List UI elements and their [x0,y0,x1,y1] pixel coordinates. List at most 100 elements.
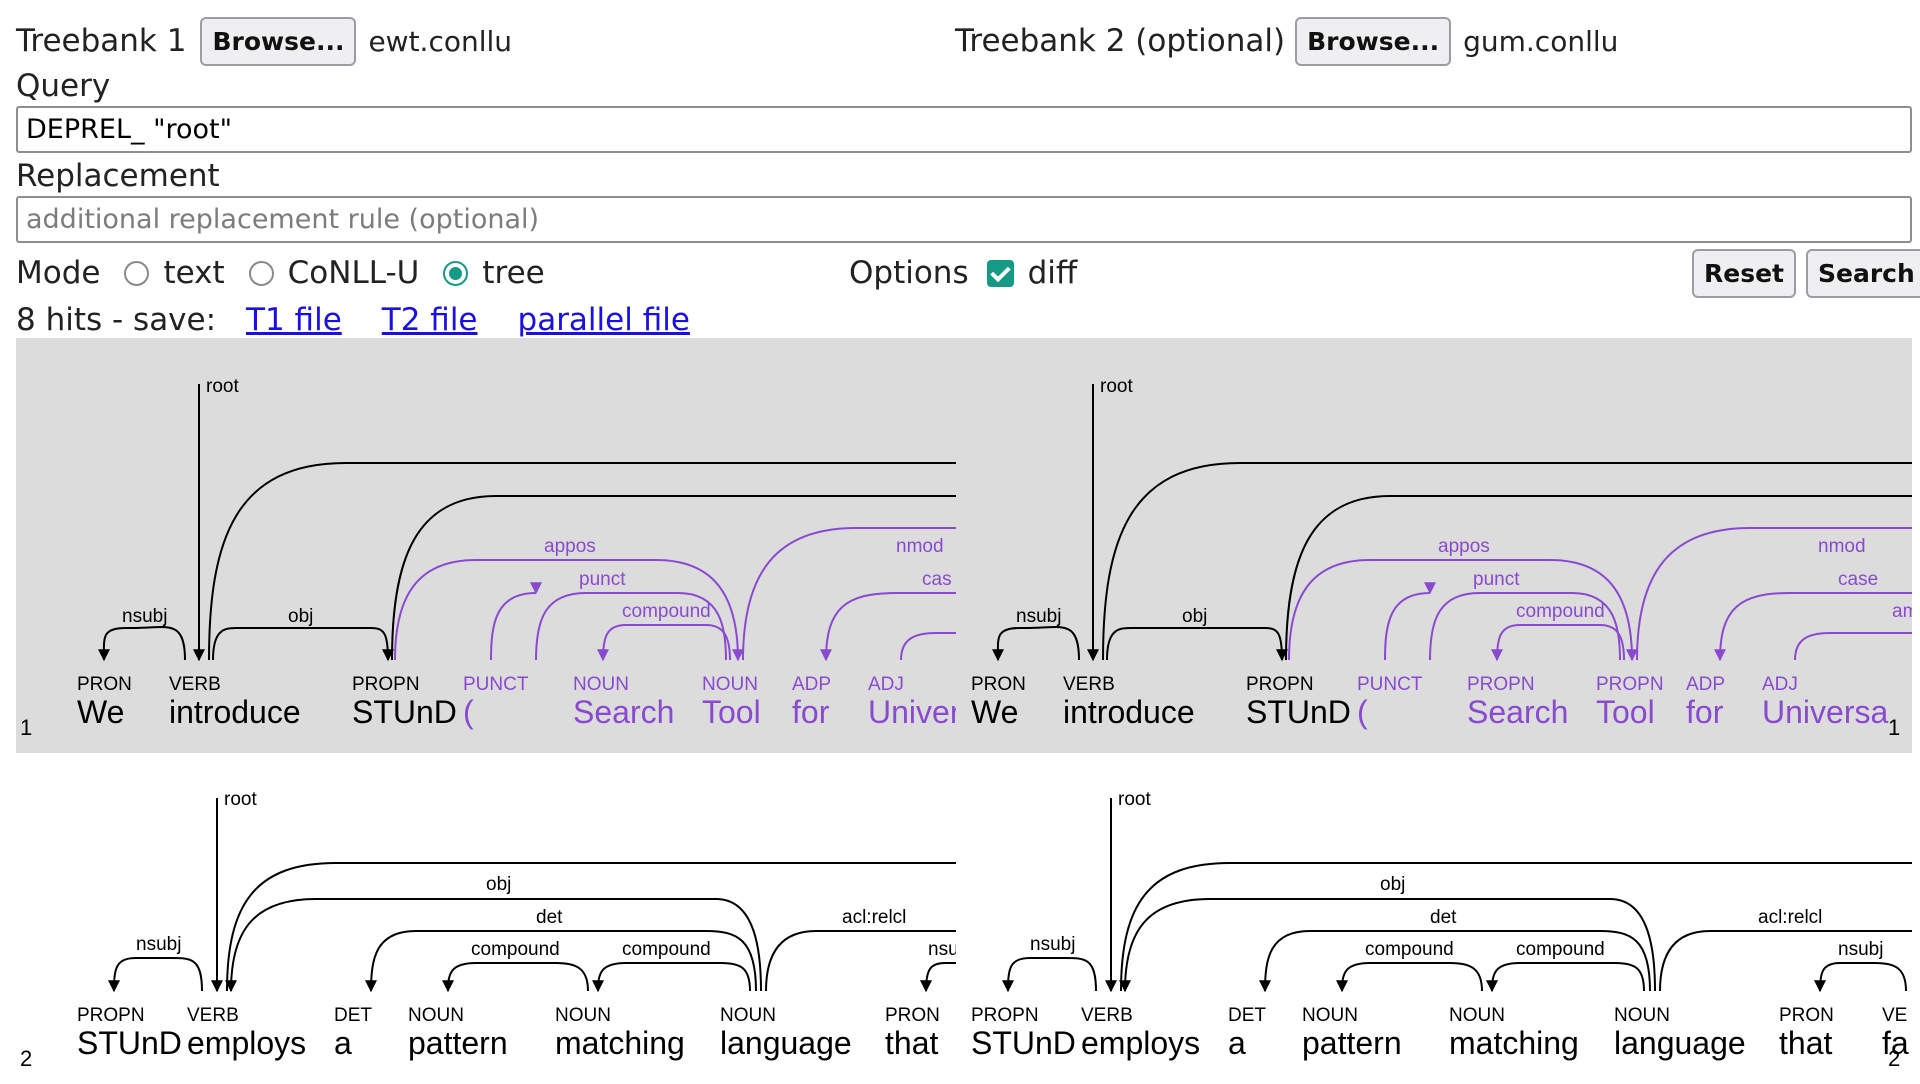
mode-text-radio[interactable] [124,260,150,286]
token-word: STUnD [1246,694,1351,730]
mode-tree-radio[interactable] [443,260,469,286]
hit-2-left-tree: root nsubj obj det compound compound acl… [77,789,959,1061]
pos-tag: PROPN [971,1005,1039,1026]
pos-tag: DET [334,1005,372,1026]
pos-tag: ADP [792,674,831,695]
hit-1-left-tree: root nsubj obj appos punct compound nmod… [77,376,956,730]
arc-long-1 [208,462,956,661]
token-word: introduce [169,694,301,730]
pos-tag: PUNCT [1357,674,1423,695]
label-obj: obj [1380,874,1405,895]
save-t1-link[interactable]: T1 file [246,302,342,338]
label-nmod: nmod [1818,536,1866,557]
label-compound-1: compound [1365,939,1454,960]
token-word: that [885,1025,938,1061]
treebank2-browse-button[interactable]: Browse... [1295,16,1452,66]
arc-amod [900,632,956,661]
treebank1-group: Treebank 1 Browse... ewt.conllu [16,16,512,66]
token-word: Tool [702,694,761,730]
treebank1-browse-button[interactable]: Browse... [200,16,357,66]
token-word: matching [1449,1025,1579,1061]
token-word: language [720,1025,852,1061]
hits-summary: 8 hits - save: [16,302,217,338]
label-case: cas [922,569,952,590]
token-word: STUnD [77,1025,182,1061]
treebank2-label: Treebank 2 (optional) [955,23,1286,59]
pos-tag: VERB [1081,1005,1133,1026]
pos-tag: NOUN [1449,1005,1505,1026]
mode-conllu-label[interactable]: CoNLL-U [288,255,420,291]
arc-case [1714,592,1912,662]
token-word: ( [1357,694,1368,730]
pos-tag: ADJ [868,674,904,695]
hit-number-left: 2 [20,1046,32,1071]
pos-tag: NOUN [702,674,758,695]
replacement-input[interactable] [16,196,1912,243]
mode-tree-label[interactable]: tree [482,255,544,291]
save-t2-link[interactable]: T2 file [382,302,478,338]
token-word: STUnD [971,1025,1076,1061]
label-appos: appos [544,536,596,557]
arc-long-2 [391,495,956,661]
label-nsubj: nsubj [1030,934,1075,955]
pos-tag: ADJ [1762,674,1798,695]
reset-button[interactable]: Reset [1692,248,1796,298]
label-nsubj: nsubj [136,934,181,955]
arc-compound-1 [442,962,589,993]
token-word: Search [573,694,674,730]
save-parallel-link[interactable]: parallel file [518,302,690,338]
token-word: for [1686,694,1724,730]
pos-tag: NOUN [408,1005,464,1026]
token-word: that [1779,1025,1832,1061]
arc-compound-2 [592,962,751,993]
pos-tag: PROPN [1246,674,1314,695]
label-nsubj-2: nsu [928,939,959,960]
arc-punct-head [490,582,542,661]
token-word: introduce [1063,694,1195,730]
label-nsubj-2: nsubj [1838,939,1883,960]
token-word: employs [187,1025,306,1061]
pos-tag: PRON [885,1005,940,1026]
query-input[interactable] [16,106,1912,153]
treebank2-filename: gum.conllu [1463,24,1619,58]
arc-nsubj [98,625,186,662]
hit-1-trees: root nsubj obj appos punct compound nmod… [20,376,1912,740]
label-compound-2: compound [622,939,711,960]
label-compound: compound [622,601,711,622]
label-punct: punct [1473,569,1520,590]
token-word: a [334,1025,352,1061]
root-label: root [1118,789,1151,810]
root-label: root [224,789,257,810]
arc-nsubj [1002,957,1097,993]
pos-tag: NOUN [720,1005,776,1026]
arc-long-2 [1285,495,1912,661]
token-word: employs [1081,1025,1200,1061]
action-buttons: Reset Search [1692,248,1920,298]
label-acl-relcl: acl:relcl [1758,907,1822,928]
options-group: Options diff [849,250,1077,296]
label-nsubj: nsubj [1016,606,1061,627]
diff-label[interactable]: diff [1028,255,1078,291]
options-label: Options [849,255,969,291]
pos-tag: DET [1228,1005,1266,1026]
search-button[interactable]: Search [1806,248,1920,298]
hit-1-right-tree: root nsubj obj appos punct compound nmod… [971,376,1912,730]
results-bar: 8 hits - save: T1 file T2 file parallel … [16,298,690,342]
diff-checkbox[interactable] [986,259,1014,287]
treebank2-group: Treebank 2 (optional) Browse... gum.conl… [955,16,1618,66]
arc-case [820,592,956,662]
mode-text-label[interactable]: text [163,255,224,291]
token-word: STUnD [352,694,457,730]
arc-compound-2 [1486,962,1645,993]
arc-compound [1491,624,1625,662]
label-obj: obj [1182,606,1207,627]
treebank1-filename: ewt.conllu [368,24,513,58]
token-word: Search [1467,694,1568,730]
mode-conllu-radio[interactable] [248,260,274,286]
token-word: for [792,694,830,730]
arc-compound [597,624,731,662]
hit-2-right-tokens: PROPN STUnD VERB employs DET a NOUN patt… [971,1005,1909,1061]
hit-2-trees: root nsubj obj det compound compound acl… [20,789,1912,1071]
arc-nsubj [108,957,203,993]
hit-1-left-tokens: PRON We VERB introduce PROPN STUnD PUNCT… [77,674,956,730]
